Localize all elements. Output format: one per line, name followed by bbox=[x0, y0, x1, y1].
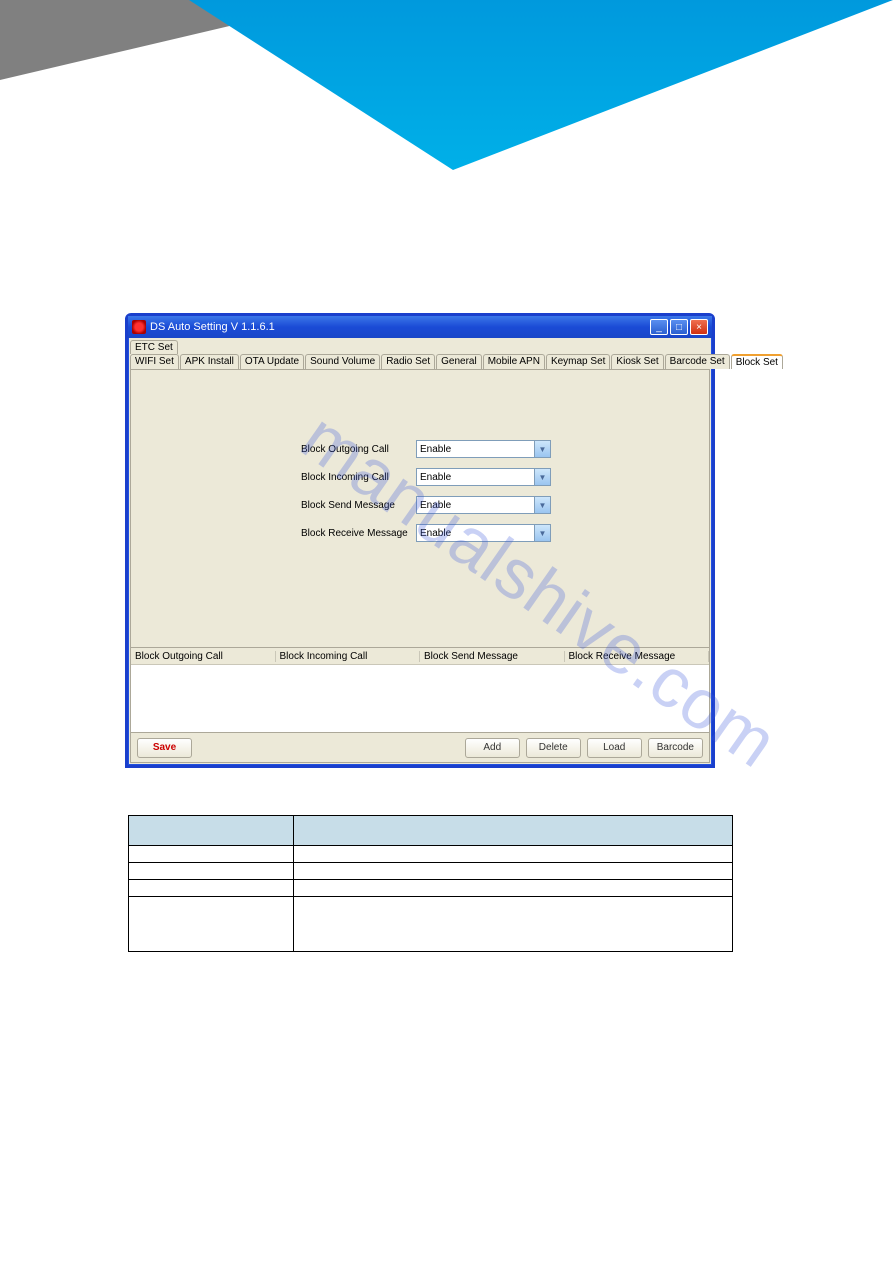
tab-barcode-set[interactable]: Barcode Set bbox=[665, 354, 730, 369]
desc-cell bbox=[294, 880, 733, 897]
desc-cell bbox=[129, 846, 294, 863]
tab-mobile-apn[interactable]: Mobile APN bbox=[483, 354, 545, 369]
desc-header-1 bbox=[129, 816, 294, 846]
table-row bbox=[129, 897, 733, 952]
label-block-receive-message: Block Receive Message bbox=[301, 528, 416, 539]
form-area: Block Outgoing Call Enable ▼ Block Incom… bbox=[131, 370, 709, 647]
chevron-down-icon: ▼ bbox=[534, 469, 550, 485]
tab-row-2: WIFI Set APK Install OTA Update Sound Vo… bbox=[130, 354, 710, 369]
grid-col-outgoing[interactable]: Block Outgoing Call bbox=[131, 651, 276, 662]
grid-col-receive[interactable]: Block Receive Message bbox=[565, 651, 710, 662]
desc-cell bbox=[294, 863, 733, 880]
row-block-incoming-call: Block Incoming Call Enable ▼ bbox=[131, 468, 709, 486]
load-button[interactable]: Load bbox=[587, 738, 642, 758]
label-block-outgoing-call: Block Outgoing Call bbox=[301, 444, 416, 455]
maximize-icon: □ bbox=[676, 322, 682, 333]
titlebar[interactable]: DS Auto Setting V 1.1.6.1 _ □ × bbox=[128, 316, 712, 338]
client-area: ETC Set WIFI Set APK Install OTA Update … bbox=[128, 338, 712, 765]
tab-ota-update[interactable]: OTA Update bbox=[240, 354, 304, 369]
barcode-button[interactable]: Barcode bbox=[648, 738, 703, 758]
tab-wifi-set[interactable]: WIFI Set bbox=[130, 354, 179, 369]
add-button[interactable]: Add bbox=[465, 738, 520, 758]
desc-cell bbox=[294, 897, 733, 952]
table-row bbox=[129, 846, 733, 863]
combo-block-receive-message[interactable]: Enable ▼ bbox=[416, 524, 551, 542]
grid-col-send[interactable]: Block Send Message bbox=[420, 651, 565, 662]
description-table bbox=[128, 815, 733, 952]
close-button[interactable]: × bbox=[690, 319, 708, 335]
tab-block-set[interactable]: Block Set bbox=[731, 354, 783, 369]
combo-block-incoming-call[interactable]: Enable ▼ bbox=[416, 468, 551, 486]
tab-general[interactable]: General bbox=[436, 354, 482, 369]
tab-etc-set[interactable]: ETC Set bbox=[130, 340, 178, 354]
grid-col-incoming[interactable]: Block Incoming Call bbox=[276, 651, 421, 662]
combo-value: Enable bbox=[420, 500, 451, 511]
desc-header-2 bbox=[294, 816, 733, 846]
label-block-send-message: Block Send Message bbox=[301, 500, 416, 511]
tab-apk-install[interactable]: APK Install bbox=[180, 354, 239, 369]
row-block-receive-message: Block Receive Message Enable ▼ bbox=[131, 524, 709, 542]
chevron-down-icon: ▼ bbox=[534, 497, 550, 513]
app-icon bbox=[132, 320, 146, 334]
row-block-send-message: Block Send Message Enable ▼ bbox=[131, 496, 709, 514]
tab-kiosk-set[interactable]: Kiosk Set bbox=[611, 354, 663, 369]
combo-block-outgoing-call[interactable]: Enable ▼ bbox=[416, 440, 551, 458]
tab-radio-set[interactable]: Radio Set bbox=[381, 354, 435, 369]
combo-value: Enable bbox=[420, 444, 451, 455]
table-header-row bbox=[129, 816, 733, 846]
desc-cell bbox=[129, 863, 294, 880]
combo-block-send-message[interactable]: Enable ▼ bbox=[416, 496, 551, 514]
combo-value: Enable bbox=[420, 528, 451, 539]
chevron-down-icon: ▼ bbox=[534, 525, 550, 541]
maximize-button[interactable]: □ bbox=[670, 319, 688, 335]
grid-header-row: Block Outgoing Call Block Incoming Call … bbox=[131, 648, 709, 665]
delete-button[interactable]: Delete bbox=[526, 738, 581, 758]
table-row bbox=[129, 880, 733, 897]
table-row bbox=[129, 863, 733, 880]
label-block-incoming-call: Block Incoming Call bbox=[301, 472, 416, 483]
minimize-icon: _ bbox=[656, 322, 662, 333]
tab-panel: Block Outgoing Call Enable ▼ Block Incom… bbox=[130, 369, 710, 763]
row-block-outgoing-call: Block Outgoing Call Enable ▼ bbox=[131, 440, 709, 458]
desc-cell bbox=[129, 897, 294, 952]
data-grid[interactable]: Block Outgoing Call Block Incoming Call … bbox=[131, 647, 709, 732]
tab-row-1: ETC Set bbox=[130, 340, 710, 354]
save-button[interactable]: Save bbox=[137, 738, 192, 758]
desc-cell bbox=[129, 880, 294, 897]
window-title: DS Auto Setting V 1.1.6.1 bbox=[150, 321, 275, 333]
tab-keymap-set[interactable]: Keymap Set bbox=[546, 354, 610, 369]
desc-cell bbox=[294, 846, 733, 863]
chevron-down-icon: ▼ bbox=[534, 441, 550, 457]
close-icon: × bbox=[696, 322, 702, 333]
minimize-button[interactable]: _ bbox=[650, 319, 668, 335]
tab-sound-volume[interactable]: Sound Volume bbox=[305, 354, 380, 369]
app-window: DS Auto Setting V 1.1.6.1 _ □ × ETC Set … bbox=[125, 313, 715, 768]
combo-value: Enable bbox=[420, 472, 451, 483]
bottom-toolbar: Save Add Delete Load Barcode bbox=[131, 732, 709, 762]
